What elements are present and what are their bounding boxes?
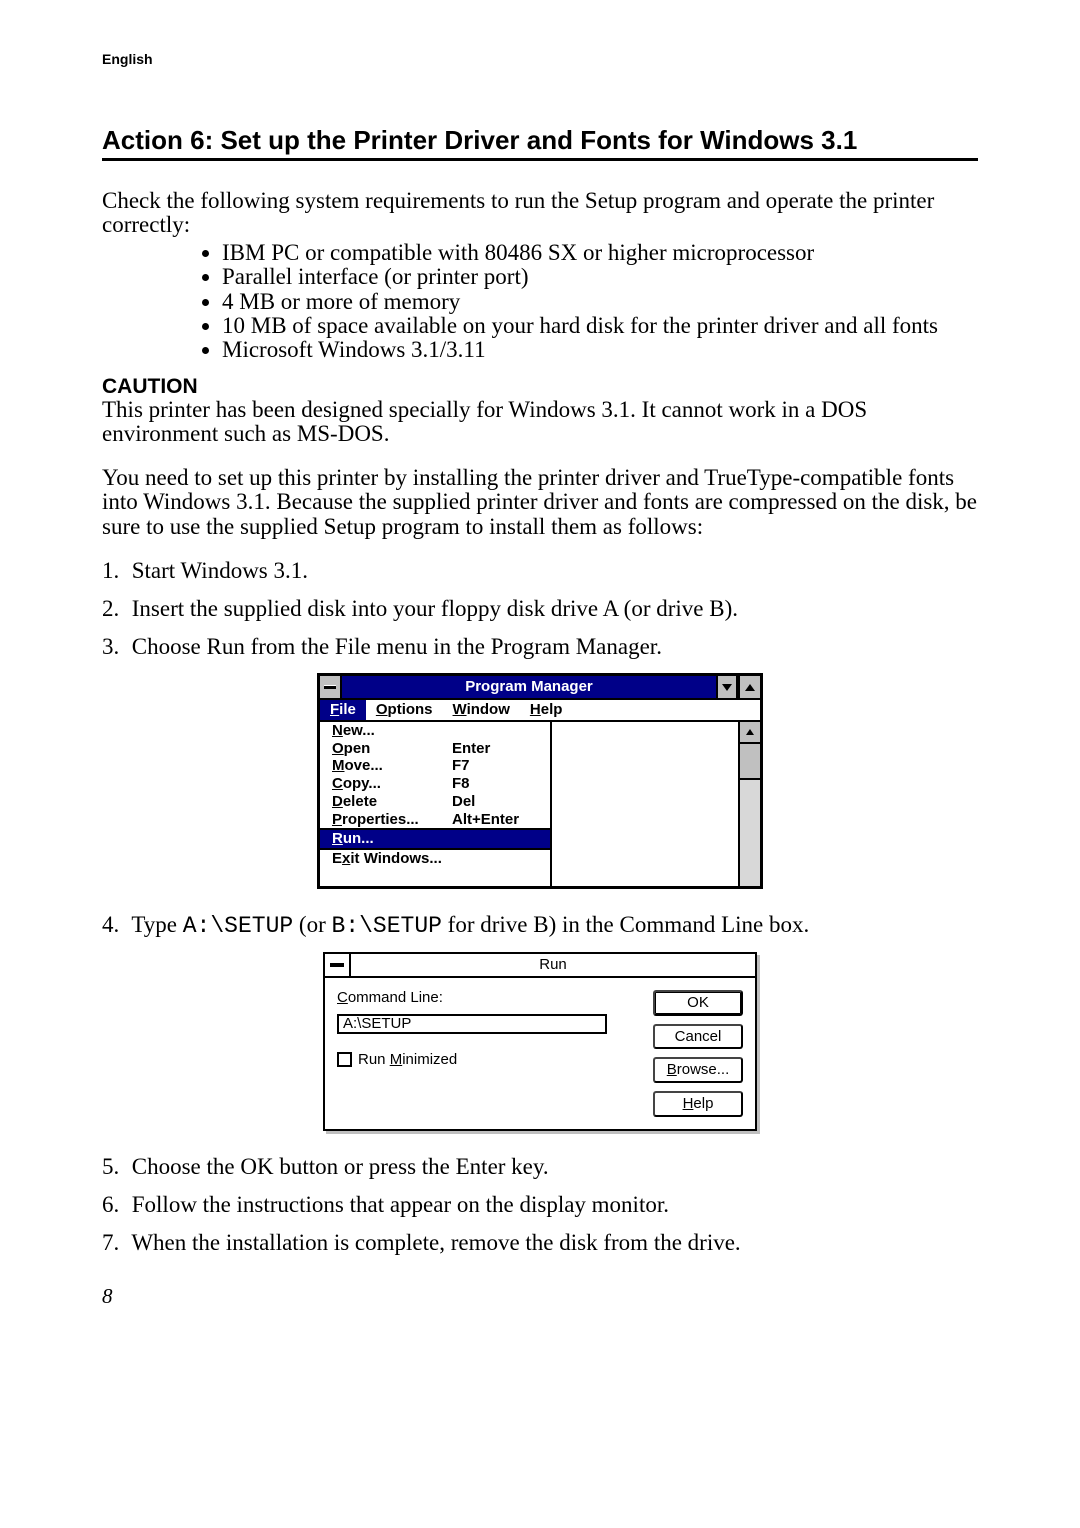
system-menu-icon[interactable]: [320, 676, 342, 698]
step-4: 4. Type A:\SETUP (or B:\SETUP for drive …: [102, 913, 978, 938]
menu-window[interactable]: Window: [443, 700, 520, 720]
ok-button[interactable]: OK: [653, 990, 743, 1016]
browse-button[interactable]: Browse...: [653, 1057, 743, 1083]
checkbox-icon[interactable]: [337, 1052, 352, 1067]
step-3: 3. Choose Run from the File menu in the …: [102, 635, 978, 659]
requirement-item: Parallel interface (or printer port): [222, 265, 978, 289]
run-minimized-checkbox[interactable]: Run Minimized: [337, 1052, 637, 1068]
step-4-text: Type A:\SETUP (or B:\SETUP for drive B) …: [131, 912, 809, 937]
requirement-item: IBM PC or compatible with 80486 SX or hi…: [222, 241, 978, 265]
menu-item-properties[interactable]: Properties...Alt+Enter: [320, 811, 550, 829]
step-5: 5. Choose the OK button or press the Ent…: [102, 1155, 978, 1179]
dialog-title: Run: [351, 954, 755, 976]
requirements-list: IBM PC or compatible with 80486 SX or hi…: [102, 241, 978, 362]
requirement-item: Microsoft Windows 3.1/3.11: [222, 338, 978, 362]
page-number: 8: [102, 1285, 978, 1307]
setup-intro: You need to set up this printer by insta…: [102, 466, 978, 538]
intro-text: Check the following system requirements …: [102, 189, 978, 237]
menu-item-delete[interactable]: DeleteDel: [320, 793, 550, 811]
menu-item-exit-windows[interactable]: Exit Windows...: [320, 848, 550, 868]
program-manager-window: Program Manager FileOptionsWindowHelp Ne…: [317, 673, 763, 889]
window-title: Program Manager: [342, 676, 716, 698]
menu-item-open[interactable]: OpenEnter: [320, 740, 550, 758]
command-line-label: Command Line:: [337, 990, 637, 1006]
minimize-icon[interactable]: [716, 676, 738, 698]
step-6: 6. Follow the instructions that appear o…: [102, 1193, 978, 1217]
cancel-button[interactable]: Cancel: [653, 1024, 743, 1050]
scrollbar[interactable]: [738, 722, 760, 886]
run-dialog: Run Command Line: A:\SETUP Run Minimized…: [323, 952, 757, 1131]
menu-item-copy[interactable]: Copy...F8: [320, 775, 550, 793]
step-1: 1. Start Windows 3.1.: [102, 559, 978, 583]
maximize-icon[interactable]: [738, 676, 760, 698]
command-line-input[interactable]: A:\SETUP: [337, 1014, 607, 1034]
menu-item-move[interactable]: Move...F7: [320, 757, 550, 775]
menu-options[interactable]: Options: [366, 700, 443, 720]
step-7: 7. When the installation is complete, re…: [102, 1231, 978, 1255]
caution-heading: CAUTION: [102, 376, 978, 398]
step-2: 2. Insert the supplied disk into your fl…: [102, 597, 978, 621]
requirement-item: 4 MB or more of memory: [222, 290, 978, 314]
scroll-thumb[interactable]: [740, 744, 760, 780]
caution-text: This printer has been designed specially…: [102, 398, 978, 446]
requirement-item: 10 MB of space available on your hard di…: [222, 314, 978, 338]
scroll-track[interactable]: [740, 780, 760, 886]
menu-help[interactable]: Help: [520, 700, 573, 720]
system-menu-icon[interactable]: [325, 954, 351, 976]
menu-item-run[interactable]: Run...: [320, 828, 550, 848]
menu-file[interactable]: File: [320, 700, 366, 720]
page-header-language: English: [102, 52, 978, 67]
scroll-up-icon[interactable]: [740, 722, 760, 744]
section-title: Action 6: Set up the Printer Driver and …: [102, 127, 978, 161]
help-button[interactable]: Help: [653, 1091, 743, 1117]
menu-item-new[interactable]: New...: [320, 722, 550, 740]
